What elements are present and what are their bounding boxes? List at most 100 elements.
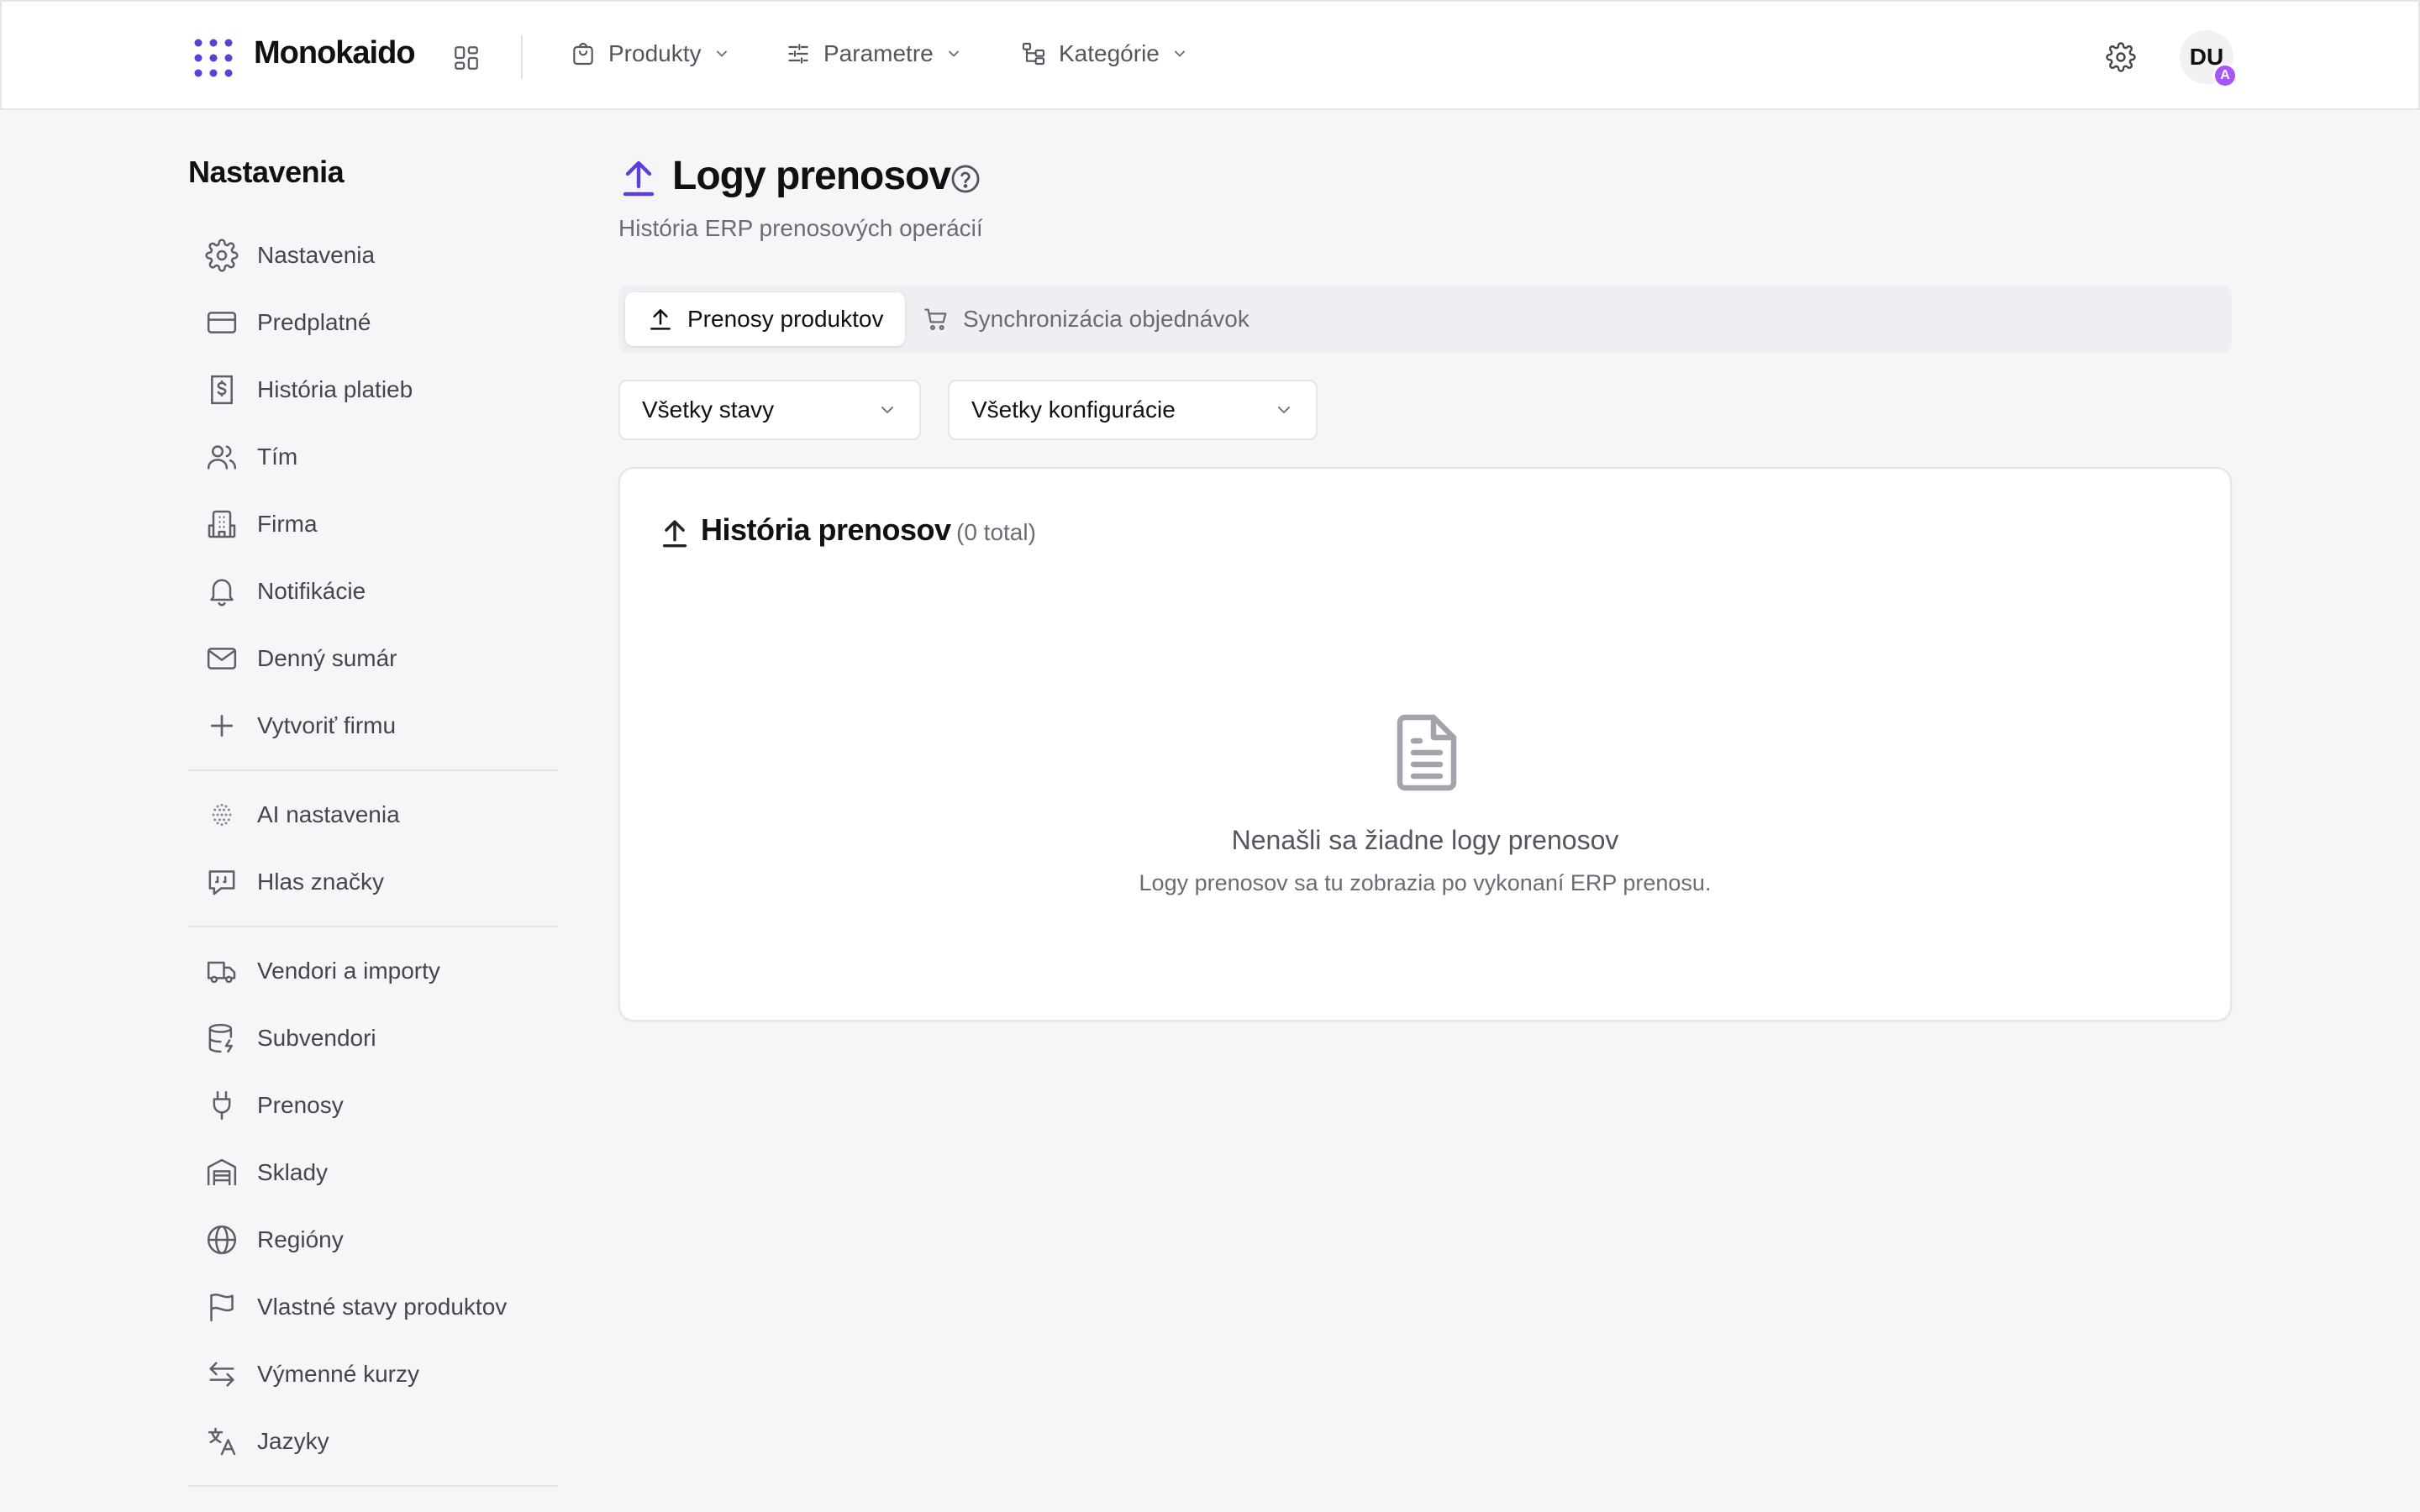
- sidebar-item-hlas-znacky[interactable]: Hlas značky: [205, 858, 558, 906]
- shopping-bag-icon: [570, 40, 597, 67]
- mail-icon: [205, 642, 239, 675]
- sidebar-item-label: Výmenné kurzy: [257, 1361, 419, 1387]
- receipt-dollar-icon: [205, 373, 239, 407]
- nav-parametre-label: Parametre: [823, 40, 934, 66]
- sidebar-item-label: Firma: [257, 511, 318, 537]
- nav-kategorie-label: Kategórie: [1059, 40, 1160, 66]
- top-navigation-bar: Monokaido Produkty Parametre Kategórie D…: [0, 0, 2420, 110]
- sidebar-item-subvendori[interactable]: Subvendori: [205, 1015, 558, 1062]
- tabs-bar: Prenosy produktov Synchronizácia objedná…: [618, 286, 2232, 353]
- warehouse-icon: [205, 1156, 239, 1189]
- chevron-down-icon: [1171, 45, 1188, 62]
- upload-icon: [620, 158, 657, 198]
- cart-icon: [923, 306, 950, 333]
- exchange-arrows-icon: [205, 1357, 239, 1391]
- transfer-history-card: História prenosov (0 total) Nenašli sa ž…: [618, 467, 2232, 1021]
- quote-message-icon: [205, 865, 239, 899]
- tab-label: Prenosy produktov: [687, 306, 884, 332]
- sidebar-item-label: Jazyky: [257, 1428, 329, 1454]
- truck-icon: [205, 954, 239, 988]
- app-switcher-icon[interactable]: [452, 44, 481, 72]
- building-icon: [205, 507, 239, 541]
- sidebar-divider: [188, 1485, 558, 1487]
- sidebar-item-nastavenia[interactable]: Nastavenia: [205, 232, 558, 279]
- empty-state-title: Nenašli sa žiadne logy prenosov: [1231, 825, 1619, 855]
- config-filter-value: Všetky konfigurácie: [971, 396, 1176, 423]
- card-total-count: (0 total): [956, 519, 1036, 545]
- status-filter-select[interactable]: Všetky stavy: [618, 380, 921, 440]
- gear-icon: [205, 239, 239, 272]
- page-subtitle: História ERP prenosových operácií: [618, 215, 983, 241]
- settings-gear-icon[interactable]: [2106, 42, 2136, 72]
- sidebar-item-sklady[interactable]: Sklady: [205, 1149, 558, 1196]
- sidebar-item-label: Tím: [257, 444, 298, 470]
- status-filter-value: Všetky stavy: [642, 396, 775, 423]
- translate-icon: [205, 1425, 239, 1458]
- sidebar-item-label: Hlas značky: [257, 869, 384, 895]
- tab-prenosy-produktov[interactable]: Prenosy produktov: [625, 292, 906, 346]
- help-circle-icon[interactable]: [950, 163, 981, 195]
- sidebar-item-vytvorit-firmu[interactable]: Vytvoriť firmu: [205, 702, 558, 749]
- sidebar-item-label: Vlastné stavy produktov: [257, 1294, 508, 1320]
- bell-icon: [205, 575, 239, 608]
- sidebar-item-label: Regióny: [257, 1226, 344, 1252]
- sidebar-item-label: Sklady: [257, 1159, 329, 1185]
- sidebar-item-notifikacie[interactable]: Notifikácie: [205, 568, 558, 615]
- avatar-role-badge: A: [2212, 63, 2238, 88]
- sidebar-item-label: AI nastavenia: [257, 801, 400, 827]
- sidebar-item-vlastne-stavy-produktov[interactable]: Vlastné stavy produktov: [205, 1284, 558, 1331]
- sliders-icon: [785, 40, 812, 67]
- upload-icon: [660, 517, 689, 549]
- logo-dots-icon[interactable]: [193, 38, 234, 78]
- sidebar-item-label: Vendori a importy: [257, 958, 440, 984]
- tab-synchronizacia-objednavok[interactable]: Synchronizácia objednávok: [901, 292, 1271, 346]
- sidebar-item-vendori-a-importy[interactable]: Vendori a importy: [205, 948, 558, 995]
- plus-icon: [205, 709, 239, 743]
- sidebar-item-tim[interactable]: Tím: [205, 433, 558, 480]
- sidebar-item-denny-sumar[interactable]: Denný sumár: [205, 635, 558, 682]
- sidebar-item-label: Denný sumár: [257, 645, 397, 671]
- category-tree-icon: [1020, 40, 1047, 67]
- credit-card-icon: [205, 306, 239, 339]
- users-icon: [205, 440, 239, 474]
- ai-sphere-icon: [205, 798, 239, 832]
- nav-parametre[interactable]: Parametre: [785, 35, 962, 72]
- sidebar-item-firma[interactable]: Firma: [205, 501, 558, 548]
- config-filter-select[interactable]: Všetky konfigurácie: [948, 380, 1318, 440]
- plug-icon: [205, 1089, 239, 1122]
- sidebar-title: Nastavenia: [188, 155, 345, 189]
- sidebar-item-regiony[interactable]: Regióny: [205, 1216, 558, 1263]
- sidebar-item-prenosy[interactable]: Prenosy: [205, 1082, 558, 1129]
- sidebar-item-label: Nastavenia: [257, 242, 376, 268]
- sidebar-item-jazyky[interactable]: Jazyky: [205, 1418, 558, 1465]
- nav-produkty-label: Produkty: [608, 40, 702, 66]
- topbar-divider: [521, 35, 523, 79]
- document-icon: [1392, 712, 1462, 793]
- chevron-down-icon: [1274, 400, 1294, 420]
- sidebar-divider: [188, 926, 558, 927]
- nav-produkty[interactable]: Produkty: [570, 35, 730, 72]
- sidebar-item-label: Predplatné: [257, 309, 371, 335]
- nav-kategorie[interactable]: Kategórie: [1020, 35, 1188, 72]
- sidebar-item-label: Notifikácie: [257, 578, 366, 604]
- flag-icon: [205, 1290, 239, 1324]
- chevron-down-icon: [945, 45, 962, 62]
- chevron-down-icon: [877, 400, 897, 420]
- card-title: História prenosov: [701, 512, 951, 547]
- chevron-down-icon: [713, 45, 730, 62]
- empty-state-subtitle: Logy prenosov sa tu zobrazia po vykonaní…: [1139, 870, 1712, 895]
- sidebar-item-predplatne[interactable]: Predplatné: [205, 299, 558, 346]
- sidebar-item-ai-nastavenia[interactable]: AI nastavenia: [205, 791, 558, 838]
- sidebar-item-vymenne-kurzy[interactable]: Výmenné kurzy: [205, 1351, 558, 1398]
- sidebar-item-historia-platieb[interactable]: História platieb: [205, 366, 558, 413]
- page-title: Logy prenosov: [672, 154, 951, 198]
- sidebar-item-label: Subvendori: [257, 1025, 376, 1051]
- sidebar-item-label: História platieb: [257, 376, 413, 402]
- sidebar-item-label: Vytvoriť firmu: [257, 712, 397, 738]
- sidebar-item-label: Prenosy: [257, 1092, 344, 1118]
- globe-icon: [205, 1223, 239, 1257]
- sidebar-divider: [188, 769, 558, 771]
- app-logo-text[interactable]: Monokaido: [254, 35, 416, 71]
- tab-label: Synchronizácia objednávok: [963, 306, 1249, 332]
- upload-icon: [647, 306, 674, 333]
